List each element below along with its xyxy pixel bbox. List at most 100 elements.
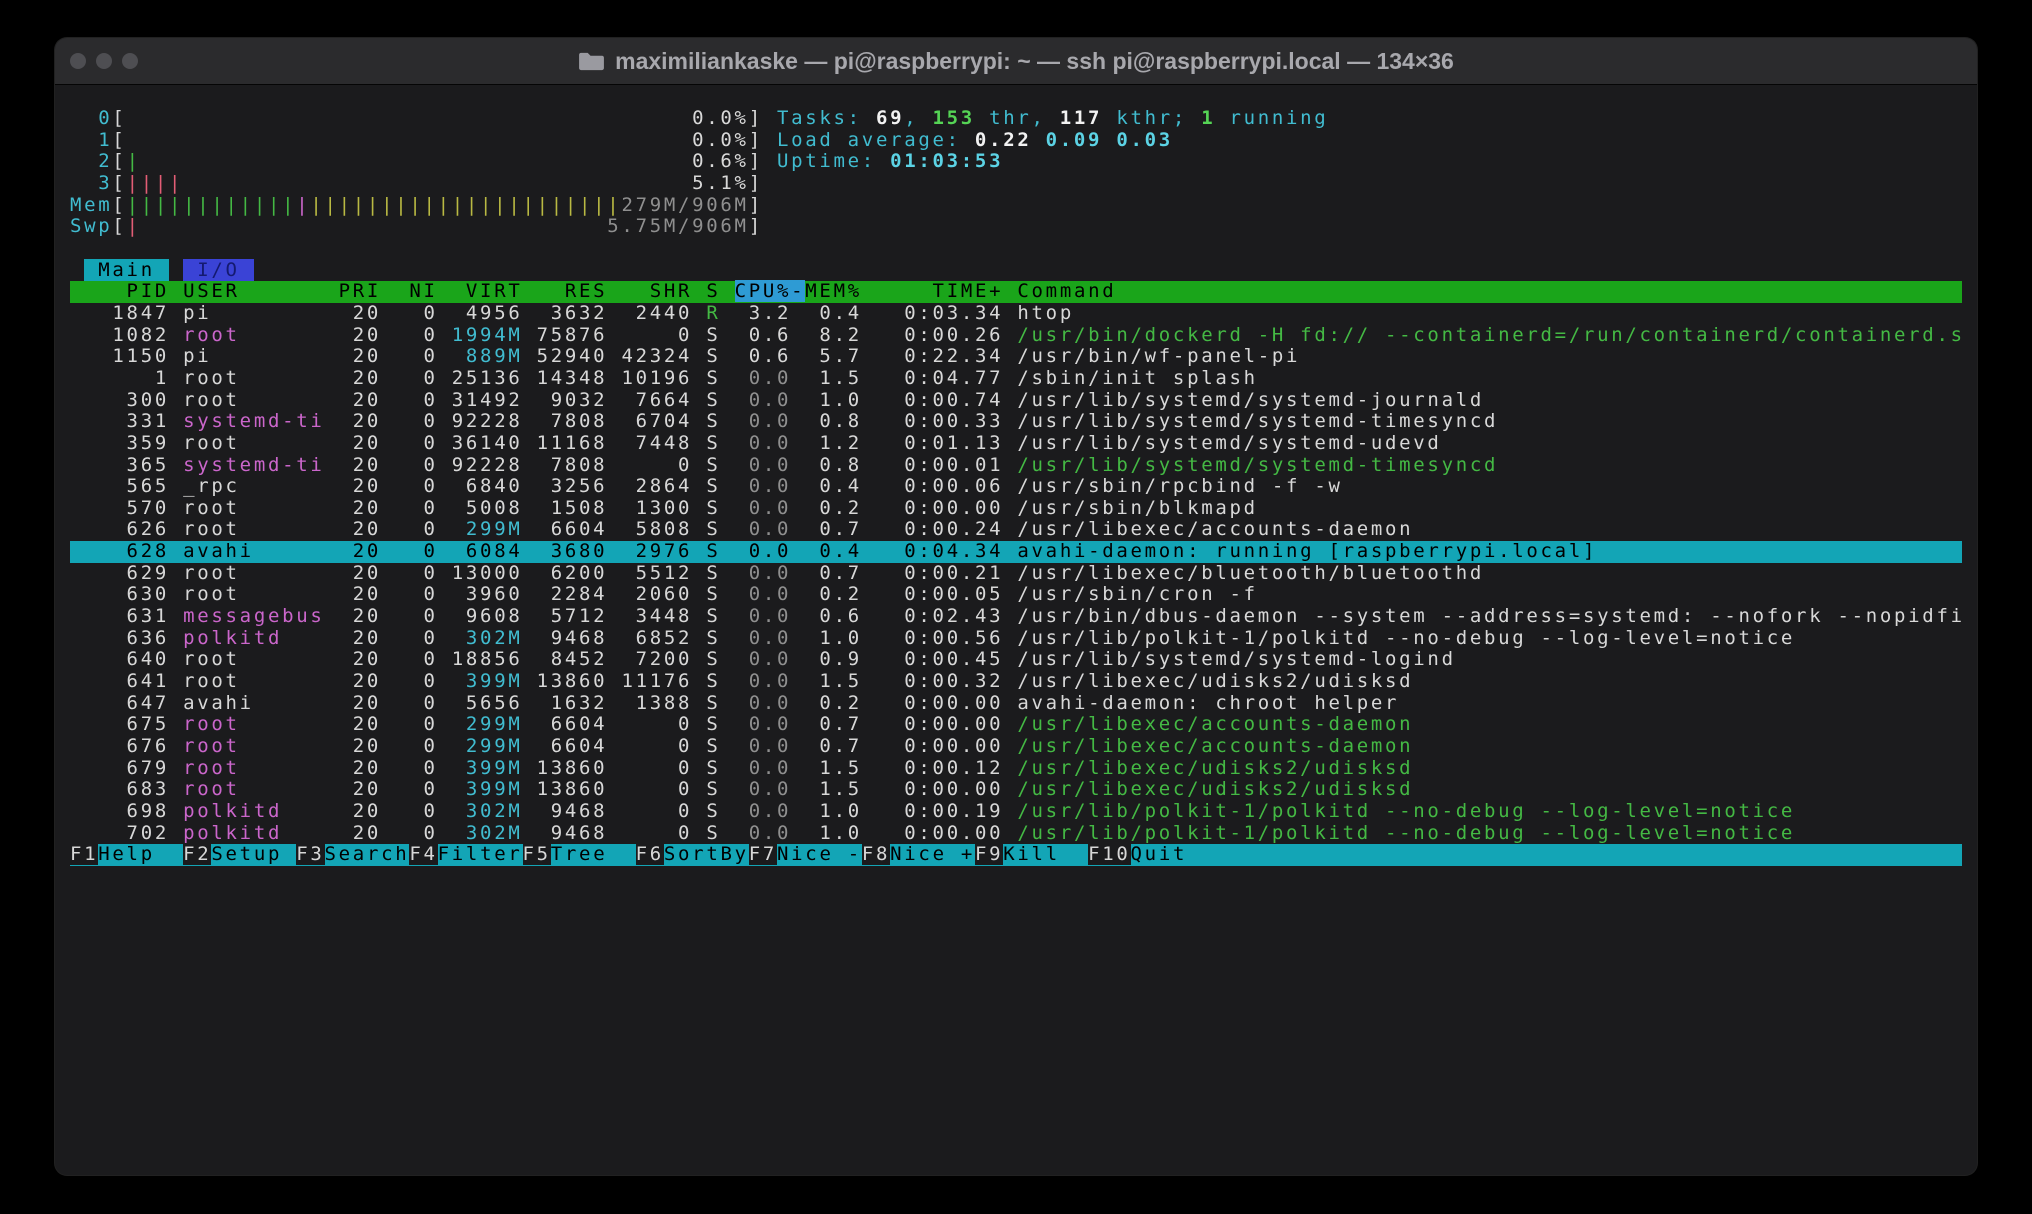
cell-mem: 0.9 [805,648,862,670]
column-header-res[interactable]: RES [537,280,608,302]
footer-key-f4[interactable]: F4 [409,843,437,865]
cell-cmd: /usr/lib/systemd/systemd-logind [1017,648,1455,670]
cell-pid: 1082 [70,324,169,346]
cell-cmd: /usr/bin/dbus-daemon --system --address=… [1017,605,1964,627]
process-row[interactable]: 675 root 20 0 299M 6604 0 S 0.0 0.7 0:00… [70,714,1962,736]
footer-action-sortby[interactable]: SortBy [664,843,749,865]
meter-value: 5.75M/906M [607,215,748,237]
footer-action-filter[interactable]: Filter [438,843,523,865]
process-row[interactable]: 683 root 20 0 399M 13860 0 S 0.0 1.5 0:0… [70,779,1962,801]
meter-open-bracket: [ [112,194,126,216]
footer-action-kill[interactable]: Kill [1003,843,1088,865]
column-header-time[interactable]: TIME+ [876,280,1003,302]
footer-action-tree[interactable]: Tree [551,843,636,865]
footer-key-f7[interactable]: F7 [749,843,777,865]
process-row[interactable]: 300 root 20 0 31492 9032 7664 S 0.0 1.0 … [70,390,1962,412]
process-row[interactable]: 679 root 20 0 399M 13860 0 S 0.0 1.5 0:0… [70,758,1962,780]
process-row[interactable]: 1082 root 20 0 1994M 75876 0 S 0.6 8.2 0… [70,325,1962,347]
process-row[interactable]: 641 root 20 0 399M 13860 11176 S 0.0 1.5… [70,671,1962,693]
cell-shr: 2060 [621,583,692,605]
tab-io[interactable]: I/O [183,259,254,281]
close-button[interactable] [70,53,86,69]
footer-key-f2[interactable]: F2 [183,843,211,865]
cell-pid: 628 [70,540,169,562]
cell-cpu: 0.0 [735,583,792,605]
cell-user: root [183,757,324,779]
cell-mem: 0.6 [805,605,862,627]
footer-action-nice[interactable]: Nice + [890,843,975,865]
cell-shr: 0 [621,778,692,800]
cell-virt: 299M [452,735,523,757]
cell-user: polkitd [183,800,324,822]
titlebar[interactable]: maximiliankaske — pi@raspberrypi: ~ — ss… [55,38,1977,85]
footer-key-f9[interactable]: F9 [975,843,1003,865]
process-row[interactable]: 631 messagebus 20 0 9608 5712 3448 S 0.0… [70,606,1962,628]
cell-ni: 0 [395,778,437,800]
process-row[interactable]: 359 root 20 0 36140 11168 7448 S 0.0 1.2… [70,433,1962,455]
zoom-button[interactable] [122,53,138,69]
process-row[interactable]: 565 _rpc 20 0 6840 3256 2864 S 0.0 0.4 0… [70,476,1962,498]
cell-s: S [706,583,720,605]
footer-key-f5[interactable]: F5 [523,843,551,865]
cell-virt: 399M [452,778,523,800]
cell-pri: 20 [339,345,381,367]
cell-user: root [183,367,324,389]
column-header-pid[interactable]: PID [70,280,169,302]
process-row[interactable]: 570 root 20 0 5008 1508 1300 S 0.0 0.2 0… [70,498,1962,520]
process-row[interactable]: 629 root 20 0 13000 6200 5512 S 0.0 0.7 … [70,563,1962,585]
process-row[interactable]: 640 root 20 0 18856 8452 7200 S 0.0 0.9 … [70,649,1962,671]
process-row[interactable]: 698 polkitd 20 0 302M 9468 0 S 0.0 1.0 0… [70,801,1962,823]
column-header-ni[interactable]: NI [395,280,437,302]
column-header-virt[interactable]: VIRT [452,280,523,302]
terminal-window: maximiliankaske — pi@raspberrypi: ~ — ss… [55,38,1977,1175]
process-row[interactable]: 628 avahi 20 0 6084 3680 2976 S 0.0 0.4 … [70,541,1962,563]
process-row[interactable]: 647 avahi 20 0 5656 1632 1388 S 0.0 0.2 … [70,693,1962,715]
process-row[interactable]: 1150 pi 20 0 889M 52940 42324 S 0.6 5.7 … [70,346,1962,368]
footer-action-setup[interactable]: Setup [211,843,296,865]
process-row[interactable]: 630 root 20 0 3960 2284 2060 S 0.0 0.2 0… [70,584,1962,606]
column-header-shr[interactable]: SHR [621,280,692,302]
column-header-cpu[interactable]: CPU%- [735,280,806,302]
footer-action-quit[interactable]: Quit [1131,843,1216,865]
cell-ni: 0 [395,713,437,735]
terminal[interactable]: 0[ 0.0%] Tasks: 69, 153 thr, 117 kthr; 1… [55,84,1977,1175]
column-header-user[interactable]: USER [183,280,324,302]
cell-shr: 0 [621,454,692,476]
cell-virt: 302M [452,800,523,822]
process-row[interactable]: 676 root 20 0 299M 6604 0 S 0.0 0.7 0:00… [70,736,1962,758]
cell-s: S [706,454,720,476]
column-header-pri[interactable]: PRI [339,280,381,302]
column-header-cmd[interactable]: Command [1017,280,1116,302]
footer-action-nice[interactable]: Nice - [777,843,862,865]
cell-virt: 36140 [452,432,523,454]
footer-action-help[interactable]: Help [98,843,183,865]
cell-pid: 570 [70,497,169,519]
process-row[interactable]: 365 systemd-ti 20 0 92228 7808 0 S 0.0 0… [70,455,1962,477]
footer-key-f1[interactable]: F1 [70,843,98,865]
process-row[interactable]: 1 root 20 0 25136 14348 10196 S 0.0 1.5 … [70,368,1962,390]
tab-main[interactable]: Main [84,259,169,281]
footer-key-f8[interactable]: F8 [862,843,890,865]
footer-key-f6[interactable]: F6 [636,843,664,865]
process-row[interactable]: 636 polkitd 20 0 302M 9468 6852 S 0.0 1.… [70,628,1962,650]
column-header-mem[interactable]: MEM% [805,280,862,302]
process-row[interactable]: 331 systemd-ti 20 0 92228 7808 6704 S 0.… [70,411,1962,433]
summary-segment: Tasks: [777,107,876,129]
process-row[interactable]: 626 root 20 0 299M 6604 5808 S 0.0 0.7 0… [70,519,1962,541]
footer-key-f10[interactable]: F10 [1088,843,1130,865]
process-row[interactable]: 1847 pi 20 0 4956 3632 2440 R 3.2 0.4 0:… [70,303,1962,325]
footer-action-search[interactable]: Search [325,843,410,865]
cell-virt: 299M [452,713,523,735]
process-row[interactable]: 702 polkitd 20 0 302M 9468 0 S 0.0 1.0 0… [70,823,1962,845]
cell-cpu: 0.0 [735,497,792,519]
column-header-s[interactable]: S [706,280,720,302]
cell-res: 11168 [537,432,608,454]
cell-shr: 0 [621,735,692,757]
cell-user: messagebus [183,605,324,627]
minimize-button[interactable] [96,53,112,69]
cell-pid: 331 [70,410,169,432]
cell-ni: 0 [395,562,437,584]
cell-virt: 31492 [452,389,523,411]
cell-mem: 0.7 [805,735,862,757]
footer-key-f3[interactable]: F3 [296,843,324,865]
